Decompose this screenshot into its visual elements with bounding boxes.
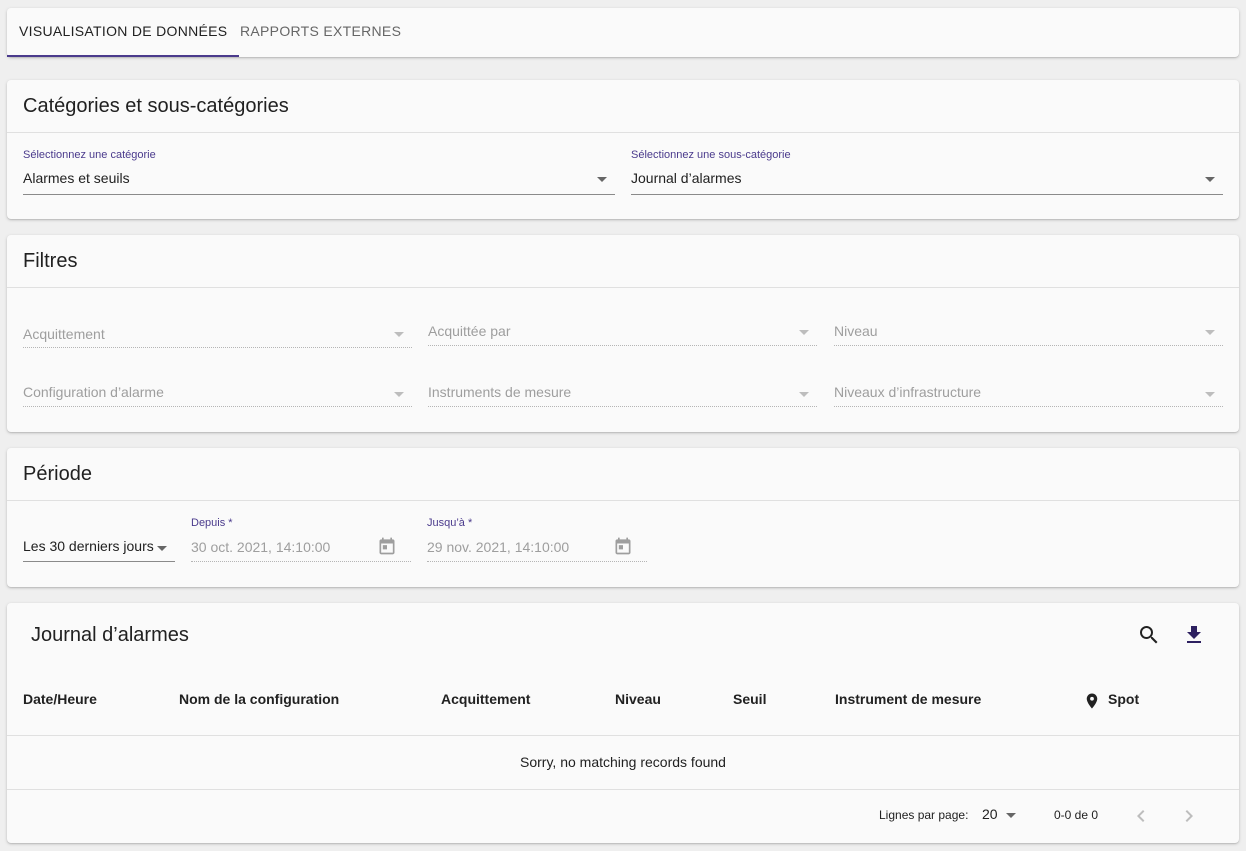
field-underline	[23, 194, 615, 195]
chevron-down-icon	[1205, 330, 1215, 335]
chevron-down-icon	[597, 177, 607, 182]
filter-acquittee-par[interactable]: Acquittée par	[428, 323, 817, 349]
divider	[7, 735, 1239, 736]
divider	[7, 287, 1239, 288]
field-underline	[23, 561, 175, 562]
from-date-label: Depuis *	[191, 517, 233, 529]
chevron-down-icon	[394, 332, 404, 337]
category-label: Sélectionnez une catégorie	[23, 149, 156, 161]
filter-niveaux-infrastructure[interactable]: Niveaux d’infrastructure	[834, 383, 1223, 409]
filter-placeholder: Acquittée par	[428, 323, 511, 339]
location-pin-icon	[1086, 693, 1098, 709]
rows-per-page-label: Lignes par page:	[879, 808, 969, 822]
period-title: Période	[23, 463, 92, 485]
rows-per-page-value: 20	[982, 806, 998, 822]
field-underline	[191, 561, 411, 562]
field-underline	[631, 194, 1223, 195]
field-underline	[427, 561, 647, 562]
field-underline	[834, 345, 1223, 346]
field-underline	[23, 406, 412, 407]
from-date-field[interactable]: Depuis * 30 oct. 2021, 14:10:00	[191, 517, 411, 563]
column-header-seuil[interactable]: Seuil	[733, 691, 766, 707]
column-header-instrument[interactable]: Instrument de mesure	[835, 691, 981, 707]
tab-data-visualisation[interactable]: VISUALISATION DE DONNÉES	[7, 8, 240, 57]
column-header-date[interactable]: Date/Heure	[23, 691, 97, 707]
column-header-niveau[interactable]: Niveau	[615, 691, 661, 707]
filter-configuration-alarme[interactable]: Configuration d’alarme	[23, 383, 412, 409]
period-card: Période Les 30 derniers jours Depuis * 3…	[7, 448, 1239, 587]
chevron-down-icon	[157, 546, 167, 551]
chevron-down-icon	[799, 330, 809, 335]
chevron-down-icon	[1205, 177, 1215, 182]
column-header-config-name[interactable]: Nom de la configuration	[179, 691, 339, 707]
filter-niveau[interactable]: Niveau	[834, 323, 1223, 349]
filters-title: Filtres	[23, 250, 78, 272]
to-date-value: 29 nov. 2021, 14:10:00	[427, 539, 570, 555]
filter-placeholder: Niveau	[834, 323, 878, 339]
calendar-icon[interactable]	[377, 536, 397, 556]
chevron-down-icon	[1006, 813, 1016, 818]
divider	[7, 789, 1239, 790]
tab-bar: VISUALISATION DE DONNÉES RAPPORTS EXTERN…	[7, 8, 1239, 57]
divider	[7, 500, 1239, 501]
chevron-left-icon[interactable]	[1129, 804, 1153, 828]
from-date-value: 30 oct. 2021, 14:10:00	[191, 539, 331, 555]
filter-placeholder: Niveaux d’infrastructure	[834, 384, 982, 400]
table-title: Journal d’alarmes	[31, 624, 189, 646]
rows-per-page-select[interactable]: 20	[982, 806, 1018, 826]
field-underline	[834, 406, 1223, 407]
filter-instruments-mesure[interactable]: Instruments de mesure	[428, 383, 817, 409]
calendar-icon[interactable]	[613, 536, 633, 556]
filter-acquittement[interactable]: Acquittement	[23, 323, 412, 349]
search-icon[interactable]	[1137, 623, 1161, 647]
divider	[7, 132, 1239, 133]
period-range-select[interactable]: Les 30 derniers jours	[23, 534, 175, 562]
subcategory-select[interactable]: Sélectionnez une sous-catégorie Journal …	[631, 149, 1223, 195]
filter-placeholder: Acquittement	[23, 326, 105, 342]
tab-external-reports[interactable]: RAPPORTS EXTERNES	[228, 8, 413, 57]
chevron-down-icon	[394, 392, 404, 397]
category-select[interactable]: Sélectionnez une catégorie Alarmes et se…	[23, 149, 615, 195]
empty-message: Sorry, no matching records found	[520, 754, 726, 770]
categories-title: Catégories et sous-catégories	[23, 95, 289, 117]
filter-placeholder: Configuration d’alarme	[23, 384, 164, 400]
column-header-acquittement[interactable]: Acquittement	[441, 691, 530, 707]
to-date-field[interactable]: Jusqu’à * 29 nov. 2021, 14:10:00	[427, 517, 647, 563]
alarm-log-card	[7, 603, 1239, 843]
period-range-value: Les 30 derniers jours	[23, 538, 154, 554]
chevron-down-icon	[1205, 392, 1215, 397]
filter-placeholder: Instruments de mesure	[428, 384, 572, 400]
category-value: Alarmes et seuils	[23, 170, 130, 186]
download-icon[interactable]	[1182, 623, 1206, 647]
chevron-down-icon	[799, 392, 809, 397]
field-underline	[428, 345, 817, 346]
chevron-right-icon[interactable]	[1177, 804, 1201, 828]
pagination-range: 0-0 de 0	[1054, 808, 1099, 822]
field-underline	[23, 347, 412, 348]
column-header-spot[interactable]: Spot	[1108, 691, 1139, 707]
filters-card: Filtres Acquittement Acquittée par Nivea…	[7, 235, 1239, 432]
subcategory-value: Journal d’alarmes	[631, 170, 742, 186]
field-underline	[428, 406, 817, 407]
subcategory-label: Sélectionnez une sous-catégorie	[631, 149, 791, 161]
categories-card: Catégories et sous-catégories Sélectionn…	[7, 80, 1239, 219]
to-date-label: Jusqu’à *	[427, 517, 473, 529]
